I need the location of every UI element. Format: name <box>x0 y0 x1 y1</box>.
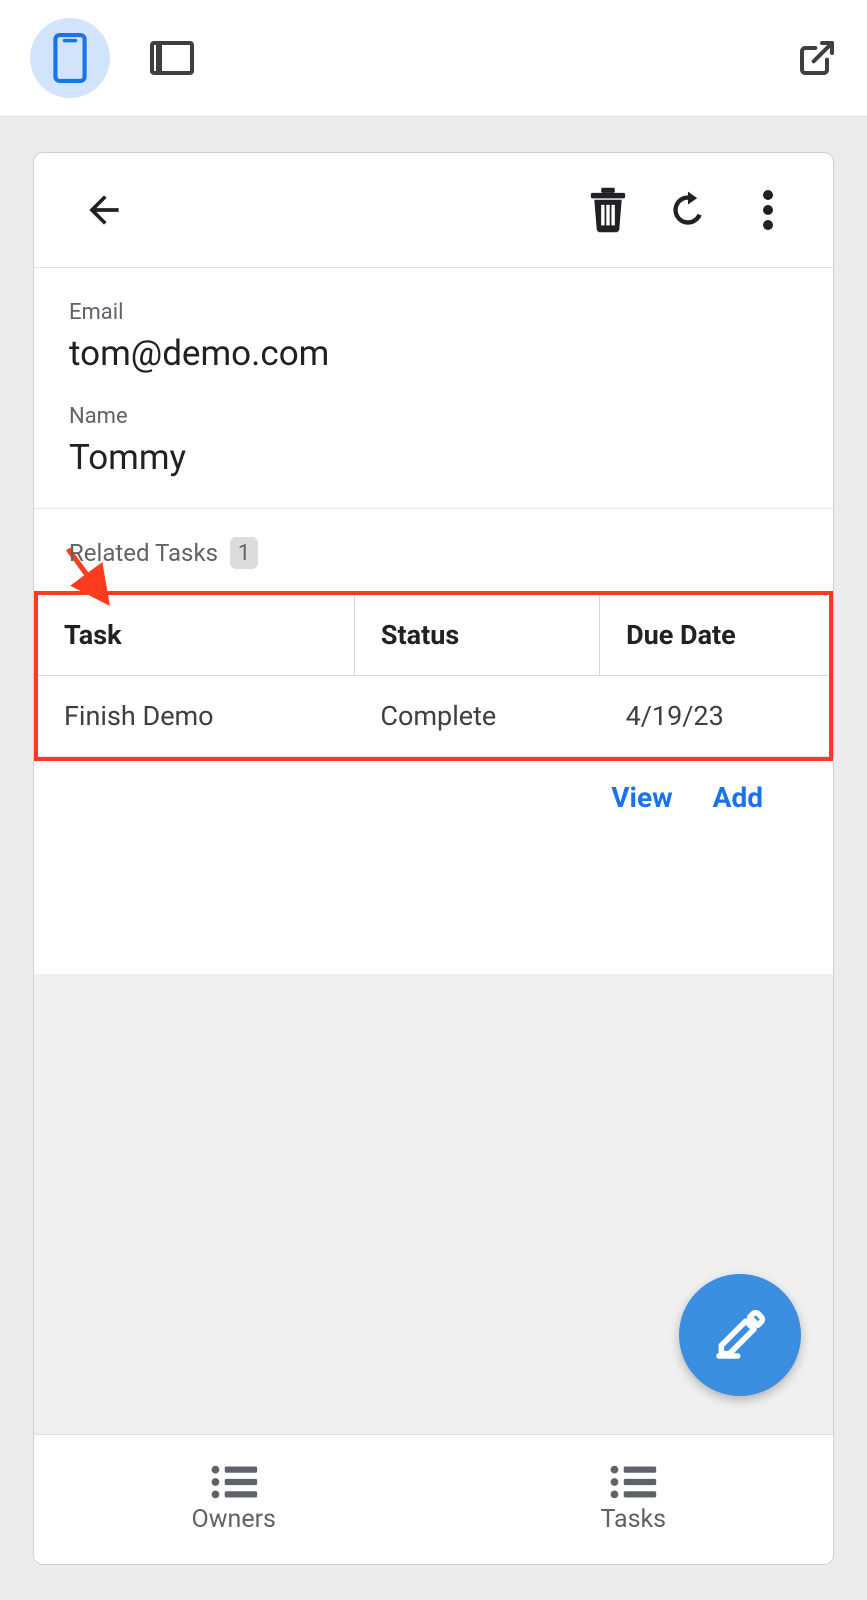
edit-icon <box>712 1307 768 1363</box>
back-button[interactable] <box>69 175 139 245</box>
view-button[interactable]: View <box>611 781 672 814</box>
preview-area: Email tom@demo.com Name Tommy Related Ta… <box>0 117 867 1600</box>
nav-label: Tasks <box>600 1505 666 1534</box>
related-actions: View Add <box>69 761 798 814</box>
nav-owners[interactable]: Owners <box>34 1435 434 1564</box>
delete-button[interactable] <box>573 175 643 245</box>
col-due-date: Due Date <box>600 595 829 676</box>
more-button[interactable] <box>733 175 803 245</box>
nav-tasks[interactable]: Tasks <box>434 1435 834 1564</box>
cell-task: Finish Demo <box>38 676 354 757</box>
field-label: Email <box>69 300 798 325</box>
app-frame: Email tom@demo.com Name Tommy Related Ta… <box>33 152 834 1565</box>
cell-due-date: 4/19/23 <box>600 676 829 757</box>
open-external-icon <box>797 38 837 78</box>
col-task: Task <box>38 595 354 676</box>
col-status: Status <box>354 595 599 676</box>
cell-status: Complete <box>354 676 599 757</box>
refresh-icon <box>666 188 710 232</box>
mobile-icon <box>53 33 87 83</box>
field-label: Name <box>69 404 798 429</box>
email-field: Email tom@demo.com <box>69 300 798 374</box>
related-tasks-table: Task Status Due Date Finish Demo Complet… <box>38 595 829 757</box>
refresh-button[interactable] <box>653 175 723 245</box>
back-arrow-icon <box>82 188 126 232</box>
open-external-button[interactable] <box>797 38 837 78</box>
trash-icon <box>587 186 629 234</box>
related-tasks-table-highlight: Task Status Due Date Finish Demo Complet… <box>34 591 833 761</box>
related-tasks-count-badge: 1 <box>230 537 258 569</box>
field-value: tom@demo.com <box>69 333 798 374</box>
detail-header <box>34 153 833 268</box>
table-row[interactable]: Finish Demo Complete 4/19/23 <box>38 676 829 757</box>
more-vert-icon <box>763 190 773 230</box>
name-field: Name Tommy <box>69 404 798 478</box>
related-tasks-header: Related Tasks 1 <box>69 537 798 569</box>
nav-label: Owners <box>192 1505 276 1534</box>
tablet-icon <box>150 41 194 75</box>
add-button[interactable]: Add <box>713 781 763 814</box>
field-value: Tommy <box>69 437 798 478</box>
editor-top-toolbar <box>0 0 867 117</box>
bottom-nav: Owners Tasks <box>34 1434 833 1564</box>
table-header-row: Task Status Due Date <box>38 595 829 676</box>
edit-fab[interactable] <box>679 1274 801 1396</box>
details-section: Email tom@demo.com Name Tommy <box>34 268 833 509</box>
list-icon <box>210 1465 258 1499</box>
related-tasks-title: Related Tasks <box>69 539 218 567</box>
related-tasks-section: Related Tasks 1 Task Status Due Date Fin <box>34 509 833 814</box>
list-icon <box>609 1465 657 1499</box>
tablet-view-button[interactable] <box>150 41 194 75</box>
mobile-view-button[interactable] <box>30 18 110 98</box>
